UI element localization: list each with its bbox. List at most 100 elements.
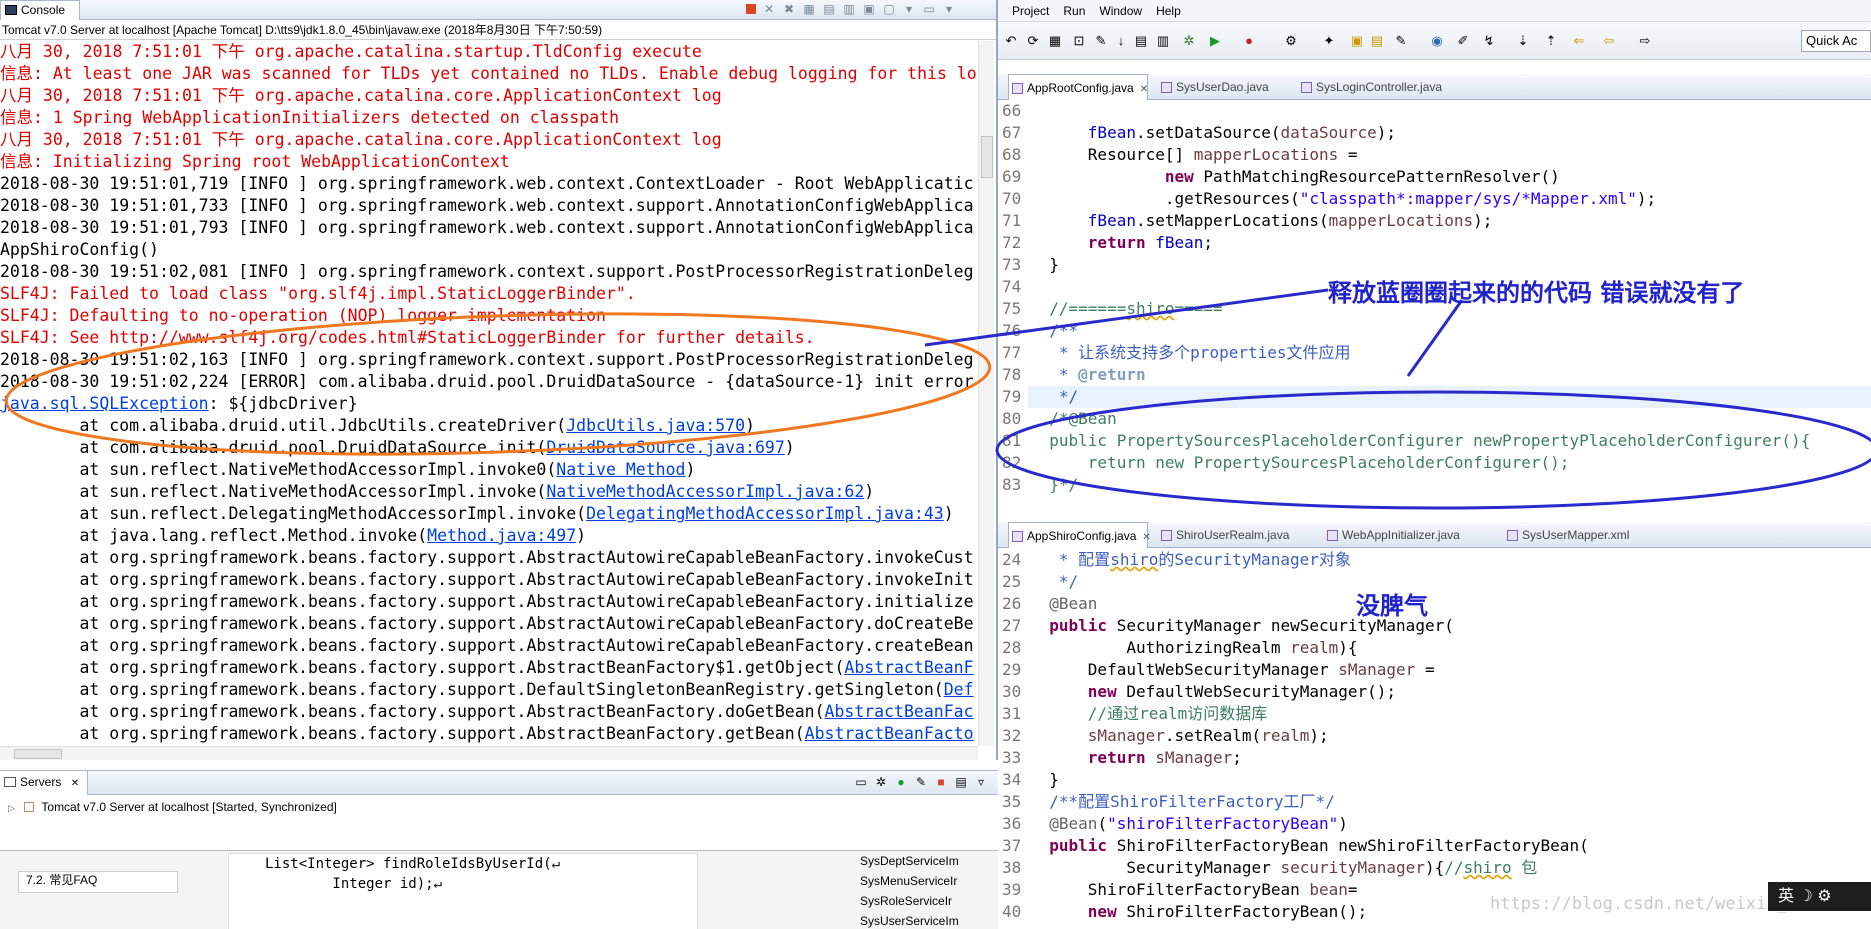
next-icon[interactable]: ⇣ bbox=[1516, 34, 1530, 48]
publish-icon[interactable]: ▤ bbox=[954, 775, 968, 789]
build-icon[interactable]: ▦ bbox=[1048, 34, 1062, 48]
scrollbar-thumb[interactable] bbox=[981, 136, 993, 178]
search-icon[interactable]: ✎ bbox=[1394, 34, 1408, 48]
refresh-icon[interactable]: ⟳ bbox=[1026, 34, 1040, 48]
menu-window[interactable]: Window bbox=[1099, 0, 1142, 21]
server-entry[interactable]: ▷ Tomcat v7.0 Server at localhost [Start… bbox=[8, 799, 337, 816]
pin-console-icon[interactable]: ▣ bbox=[862, 2, 876, 16]
start-server-icon[interactable]: ● bbox=[894, 775, 908, 789]
stack-frame-link[interactable]: Def bbox=[944, 680, 974, 699]
stack-frame-suffix: ) bbox=[864, 482, 875, 501]
undo-icon[interactable]: ↶ bbox=[1004, 34, 1018, 48]
terminate-icon[interactable] bbox=[746, 4, 756, 14]
scroll-lock-icon[interactable]: ▤ bbox=[822, 2, 836, 16]
close-icon[interactable]: ✕ bbox=[1140, 84, 1148, 95]
stack-frame-link[interactable]: NativeMethodAccessorImpl.java:62 bbox=[546, 482, 864, 501]
open-type-icon[interactable]: ▣ bbox=[1350, 34, 1364, 48]
back-icon[interactable]: ⇦ bbox=[1602, 34, 1616, 48]
new-icon[interactable]: ✦ bbox=[1322, 34, 1336, 48]
word-wrap-icon[interactable]: ▥ bbox=[842, 2, 856, 16]
file-item[interactable]: SysUserServiceIm bbox=[820, 911, 998, 929]
web-browser-icon[interactable]: ◉ bbox=[1430, 34, 1444, 48]
stack-frame-link[interactable]: DelegatingMethodAccessorImpl.java:43 bbox=[586, 504, 944, 523]
stack-frame-link[interactable]: AbstractBeanFac bbox=[825, 702, 974, 721]
console-line: 信息: At least one JAR was scanned for TLD… bbox=[0, 64, 977, 83]
open-folder-icon[interactable]: ▤ bbox=[1370, 34, 1384, 48]
java-file-icon bbox=[1301, 82, 1312, 93]
remove-launch-icon[interactable]: ✕ bbox=[762, 2, 776, 16]
xml-file-icon bbox=[1507, 530, 1518, 541]
exception-link[interactable]: java.sql.SQLException bbox=[0, 394, 209, 413]
forward-icon[interactable]: ⇨ bbox=[1638, 34, 1652, 48]
tab-console[interactable]: Console bbox=[0, 0, 80, 20]
tab-sysusermapper[interactable]: SysUserMapper.xml bbox=[1504, 522, 1654, 548]
tab-webappinitializer[interactable]: WebAppInitializer.java bbox=[1324, 522, 1474, 548]
tab-sysuserdao[interactable]: SysUserDao.java bbox=[1158, 74, 1278, 100]
toc-item-faq[interactable]: 7.2. 常见FAQ bbox=[26, 871, 97, 889]
console-horizontal-scrollbar[interactable] bbox=[0, 746, 978, 760]
file-item[interactable]: SysDeptServiceIm bbox=[820, 851, 998, 871]
expand-icon[interactable]: ▷ bbox=[8, 803, 15, 813]
pin-icon[interactable]: ✐ bbox=[1456, 34, 1470, 48]
ime-indicator[interactable]: 英 ☽ ⚙ bbox=[1768, 882, 1871, 911]
line-number: 35 bbox=[1002, 792, 1022, 811]
debug-server-icon[interactable]: ✲ bbox=[874, 775, 888, 789]
line-number: 36 bbox=[1002, 814, 1022, 833]
stack-frame-link[interactable]: Method.java:497 bbox=[427, 526, 576, 545]
last-edit-icon[interactable]: ⇐ bbox=[1572, 34, 1586, 48]
stop-server-icon[interactable]: ■ bbox=[934, 775, 948, 789]
next-annotation-icon[interactable]: ↓ bbox=[1114, 34, 1128, 48]
file-item[interactable]: SysRoleServiceIr bbox=[820, 891, 998, 911]
prev-icon[interactable]: ⇡ bbox=[1544, 34, 1558, 48]
code-line: @Bean("shiroFilterFactoryBean") bbox=[1049, 814, 1348, 833]
copy-icon[interactable]: ▤ bbox=[1134, 34, 1148, 48]
console-line: 八月 30, 2018 7:51:01 下午 org.apache.catali… bbox=[0, 86, 722, 105]
tab-appshiroconfig[interactable]: AppShiroConfig.java ✕ bbox=[1008, 522, 1151, 548]
stack-frame-suffix: ) bbox=[745, 416, 755, 435]
remove-all-icon[interactable]: ✖ bbox=[782, 2, 796, 16]
stack-frame-link[interactable]: DruidDataSource.java:697 bbox=[546, 438, 784, 457]
code-line: } bbox=[1030, 770, 1059, 789]
coverage-icon[interactable]: ● bbox=[1242, 34, 1256, 48]
console-output[interactable]: 八月 30, 2018 7:51:01 下午 org.apache.catali… bbox=[0, 41, 978, 746]
close-icon[interactable]: ✕ bbox=[1142, 532, 1150, 543]
menu-run[interactable]: Run bbox=[1063, 0, 1085, 21]
stack-frame-link[interactable]: Native Method bbox=[556, 460, 685, 479]
toggle-icon[interactable]: ⊡ bbox=[1072, 34, 1086, 48]
tab-approotconfig[interactable]: AppRootConfig.java ✕ bbox=[1008, 74, 1148, 100]
bottom-code-editor[interactable]: 24 25 26 27 28 29 30 31 32 33 34 35 36 37 38 39 40 * 配置s… bbox=[998, 549, 1871, 929]
paste-icon[interactable]: ▥ bbox=[1156, 34, 1170, 48]
stack-frame-text: at com.alibaba.druid.pool.DruidDataSourc… bbox=[0, 438, 547, 457]
menu-help[interactable]: Help bbox=[1156, 0, 1181, 21]
display-console-icon[interactable]: ▢ bbox=[882, 2, 896, 16]
quick-access-input[interactable]: Quick Ac bbox=[1801, 30, 1871, 52]
exception-line: java.sql.SQLException: ${jdbcDriver} bbox=[0, 393, 978, 415]
stack-frame-link[interactable]: AbstractBeanFacto bbox=[805, 724, 974, 743]
current-line-highlight bbox=[1028, 386, 1871, 408]
run-icon[interactable]: ▶ bbox=[1208, 34, 1222, 48]
code-line: DefaultWebSecurityManager sManager = bbox=[1030, 660, 1435, 679]
collapse-icon[interactable]: ▭ bbox=[854, 775, 868, 789]
menu-project[interactable]: Project bbox=[1012, 0, 1049, 21]
file-item[interactable]: SysMenuServiceIr bbox=[820, 871, 998, 891]
highlight-icon[interactable]: ↯ bbox=[1482, 34, 1496, 48]
profile-server-icon[interactable]: ✎ bbox=[914, 775, 928, 789]
external-tools-icon[interactable]: ⚙ bbox=[1284, 34, 1298, 48]
stack-frame-link[interactable]: JdbcUtils.java:570 bbox=[566, 416, 745, 435]
view-menu-icon[interactable]: ▿ bbox=[974, 775, 988, 789]
stack-frame-text: at org.springframework.beans.factory.sup… bbox=[0, 548, 974, 567]
scrollbar-thumb[interactable] bbox=[14, 749, 62, 759]
minimize-icon[interactable]: ▭ bbox=[922, 2, 936, 16]
open-console-icon[interactable]: ▾ bbox=[902, 2, 916, 16]
tab-shirouserrealm[interactable]: ShiroUserRealm.java bbox=[1158, 522, 1298, 548]
tab-sysloginController[interactable]: SysLoginController.java bbox=[1298, 74, 1468, 100]
tab-servers[interactable]: Servers ✕ bbox=[0, 771, 89, 795]
view-menu-icon[interactable]: ▾ bbox=[942, 2, 956, 16]
line-number: 27 bbox=[1002, 616, 1022, 635]
stack-frame-link[interactable]: AbstractBeanF bbox=[844, 658, 973, 677]
debug-icon[interactable]: ✲ bbox=[1182, 34, 1196, 48]
close-icon[interactable]: ✕ bbox=[71, 778, 79, 789]
console-vertical-scrollbar[interactable] bbox=[978, 41, 994, 746]
mark-icon[interactable]: ✎ bbox=[1094, 34, 1108, 48]
clear-console-icon[interactable]: ▦ bbox=[802, 2, 816, 16]
